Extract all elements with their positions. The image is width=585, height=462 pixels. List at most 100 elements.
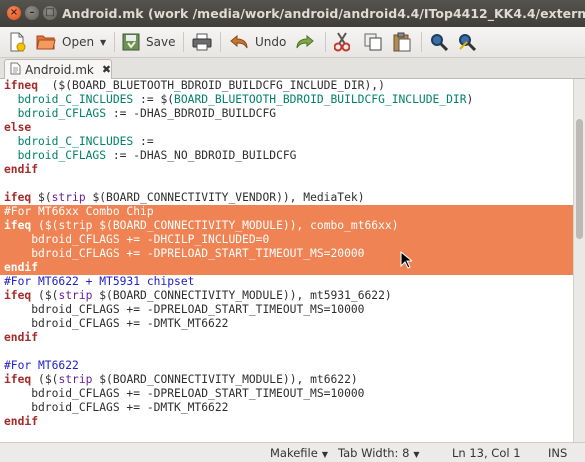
code-line[interactable]: endif bbox=[0, 331, 573, 345]
code-line[interactable]: bdroid_CFLAGS += -DPRELOAD_START_TIMEOUT… bbox=[0, 387, 573, 401]
open-button[interactable]: Open bbox=[36, 31, 94, 53]
code-token: $(BOARD_CONNECTIVITY_MODULE)), combo_mt6… bbox=[92, 219, 399, 232]
code-token: strip bbox=[58, 289, 93, 302]
code-token: ifeq bbox=[4, 219, 32, 232]
code-token: else bbox=[4, 121, 32, 134]
code-line[interactable]: ifeq ($(strip $(BOARD_CONNECTIVITY_MODUL… bbox=[0, 219, 573, 233]
mouse-pointer-icon bbox=[400, 250, 414, 273]
toolbar: Open ▼ Save Undo bbox=[0, 27, 585, 58]
replace-button[interactable] bbox=[458, 31, 476, 53]
code-line[interactable]: #For MT6622 bbox=[0, 359, 573, 373]
code-line[interactable] bbox=[0, 345, 573, 359]
language-label: Makefile bbox=[270, 446, 318, 460]
code-token: ifeq bbox=[4, 191, 32, 204]
code-token: bdroid_C_INCLUDES bbox=[4, 93, 134, 106]
code-line[interactable]: endif bbox=[0, 415, 573, 429]
minimize-icon[interactable]: – bbox=[25, 6, 39, 20]
open-recent-dropdown[interactable]: ▼ bbox=[100, 31, 106, 53]
code-token: bdroid_CFLAGS bbox=[4, 107, 107, 120]
undo-label: Undo bbox=[255, 35, 287, 49]
code-line[interactable]: bdroid_CFLAGS += -DPRELOAD_START_TIMEOUT… bbox=[0, 247, 573, 261]
cut-icon bbox=[334, 32, 350, 52]
code-token: bdroid_CFLAGS += -DPRELOAD_START_TIMEOUT… bbox=[4, 247, 365, 260]
code-line[interactable]: bdroid_CFLAGS += -DPRELOAD_START_TIMEOUT… bbox=[0, 303, 573, 317]
paste-button[interactable] bbox=[393, 31, 411, 53]
code-token: strip bbox=[51, 191, 86, 204]
code-line[interactable]: else bbox=[0, 121, 573, 135]
open-folder-icon bbox=[36, 35, 56, 50]
code-token: := -DHAS_NO_BDROID_BUILDCFG bbox=[106, 149, 297, 162]
close-icon[interactable]: ✖ bbox=[102, 63, 111, 76]
dropdown-arrow-icon: ▼ bbox=[413, 450, 420, 459]
search-button[interactable] bbox=[430, 31, 448, 53]
gedit-window: × – □ Android.mk (work /media/work/andro… bbox=[0, 0, 585, 462]
code-line[interactable]: ifneq ($(BOARD_BLUETOOTH_BDROID_BUILDCFG… bbox=[0, 79, 573, 93]
code-token: $( bbox=[31, 191, 52, 204]
language-selector[interactable]: Makefile ▼ bbox=[270, 446, 328, 460]
open-label: Open bbox=[62, 35, 95, 49]
code-token: endif bbox=[4, 331, 39, 344]
cut-button[interactable] bbox=[334, 31, 350, 53]
code-token: bdroid_CFLAGS += -DMTK_MT6622 bbox=[4, 317, 229, 330]
redo-button[interactable] bbox=[295, 31, 315, 53]
save-button[interactable]: Save bbox=[122, 31, 175, 53]
code-line[interactable]: bdroid_C_INCLUDES := bbox=[0, 135, 573, 149]
tab-width-label: Tab Width: 8 bbox=[338, 446, 410, 460]
save-icon bbox=[122, 33, 140, 51]
dropdown-arrow-icon: ▼ bbox=[321, 450, 328, 459]
code-line[interactable]: #For MT66xx Combo Chip bbox=[0, 205, 573, 219]
code-token: ) bbox=[466, 93, 474, 106]
code-line[interactable]: bdroid_CFLAGS += -DMTK_MT6622 bbox=[0, 317, 573, 331]
copy-button[interactable] bbox=[364, 31, 382, 53]
code-token: ($( bbox=[31, 373, 59, 386]
copy-icon bbox=[364, 33, 382, 51]
code-line[interactable]: ifeq $(strip $(BOARD_CONNECTIVITY_VENDOR… bbox=[0, 191, 573, 205]
code-line[interactable]: endif bbox=[0, 261, 573, 275]
code-token: $(BOARD_CONNECTIVITY_MODULE)), mt6622) bbox=[92, 373, 358, 386]
text-editor[interactable]: ifneq ($(BOARD_BLUETOOTH_BDROID_BUILDCFG… bbox=[0, 79, 573, 442]
code-line[interactable] bbox=[0, 177, 573, 191]
tab-width-selector[interactable]: Tab Width: 8 ▼ bbox=[338, 446, 420, 460]
new-button[interactable] bbox=[8, 31, 26, 53]
paste-icon bbox=[393, 32, 411, 52]
search-icon bbox=[431, 34, 448, 51]
scrollbar-thumb[interactable] bbox=[576, 119, 583, 239]
code-token: strip bbox=[58, 373, 93, 386]
undo-button[interactable]: Undo bbox=[229, 31, 286, 53]
document-tabs: Android.mk ✖ bbox=[0, 58, 585, 79]
code-line[interactable]: ifeq ($(strip $(BOARD_CONNECTIVITY_MODUL… bbox=[0, 289, 573, 303]
code-line[interactable]: bdroid_CFLAGS := -DHAS_NO_BDROID_BUILDCF… bbox=[0, 149, 573, 163]
code-token: endif bbox=[4, 415, 39, 428]
replace-icon bbox=[459, 34, 476, 51]
code-token: endif bbox=[4, 261, 39, 274]
print-button[interactable] bbox=[192, 31, 212, 53]
code-line[interactable]: bdroid_CFLAGS += -DHCILP_INCLUDED=0 bbox=[0, 233, 573, 247]
code-line[interactable]: bdroid_C_INCLUDES := $(BOARD_BLUETOOTH_B… bbox=[0, 93, 573, 107]
code-token: bdroid_C_INCLUDES bbox=[4, 135, 134, 148]
maximize-icon[interactable]: □ bbox=[43, 6, 57, 20]
dropdown-arrow-icon: ▼ bbox=[100, 37, 107, 47]
code-token: ($( bbox=[31, 219, 59, 232]
code-token: $(BOARD_CONNECTIVITY_MODULE)), mt5931_66… bbox=[92, 289, 392, 302]
undo-icon bbox=[230, 34, 248, 49]
code-line[interactable]: bdroid_CFLAGS += -DMTK_MT6622 bbox=[0, 401, 573, 415]
code-token: strip bbox=[58, 219, 93, 232]
vertical-scrollbar[interactable] bbox=[573, 79, 585, 442]
code-line[interactable]: bdroid_CFLAGS := -DHAS_BDROID_BUILDCFG bbox=[0, 107, 573, 121]
window-title: Android.mk (work /media/work/android/and… bbox=[62, 6, 585, 21]
title-bar[interactable]: × – □ Android.mk (work /media/work/andro… bbox=[0, 0, 585, 27]
insert-mode: INS bbox=[548, 446, 568, 460]
code-token: := $( bbox=[133, 93, 175, 106]
code-line[interactable]: #For MT6622 + MT5931 chipset bbox=[0, 275, 573, 289]
print-icon bbox=[192, 33, 212, 51]
code-token: endif bbox=[4, 163, 39, 176]
tab-android-mk[interactable]: Android.mk ✖ bbox=[4, 59, 112, 79]
code-token: bdroid_CFLAGS += -DPRELOAD_START_TIMEOUT… bbox=[4, 303, 365, 316]
code-line[interactable]: ifeq ($(strip $(BOARD_CONNECTIVITY_MODUL… bbox=[0, 373, 573, 387]
tab-label: Android.mk bbox=[25, 62, 94, 77]
text-file-icon bbox=[10, 62, 21, 78]
code-token: #For MT6622 + MT5931 chipset bbox=[4, 275, 195, 288]
close-icon[interactable]: × bbox=[7, 6, 21, 20]
code-token: #For MT6622 bbox=[4, 359, 79, 372]
code-line[interactable]: endif bbox=[0, 163, 573, 177]
